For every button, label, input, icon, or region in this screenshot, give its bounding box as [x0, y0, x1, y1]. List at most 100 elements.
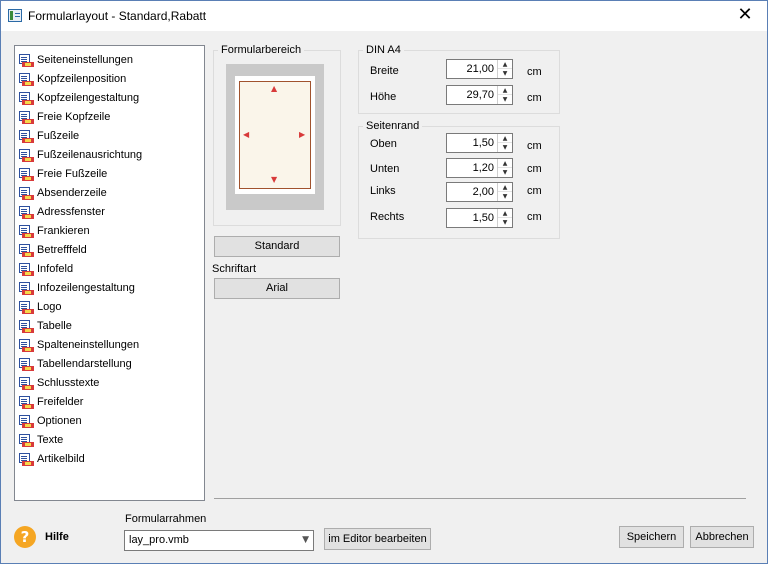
rechts-value[interactable]: 1,50	[447, 209, 497, 227]
nav-item-label: Frankieren	[37, 225, 90, 237]
nav-item-frankieren[interactable]: Frankieren	[19, 222, 90, 240]
unten-stepper[interactable]: 1,20 ▲ ▼	[446, 158, 513, 178]
hoehe-stepper-buttons: ▲ ▼	[497, 86, 512, 104]
nav-item-freie-kopfzeile[interactable]: Freie Kopfzeile	[19, 108, 110, 126]
nav-item-spalteneinstellungen[interactable]: Spalteneinstellungen	[19, 336, 139, 354]
nav-item-kopfzeilenposition[interactable]: Kopfzeilenposition	[19, 70, 126, 88]
rechts-unit: cm	[527, 211, 542, 223]
layout-item-icon	[19, 300, 34, 314]
spin-down-icon[interactable]: ▼	[498, 143, 512, 152]
layout-item-icon	[19, 129, 34, 143]
layout-item-icon	[19, 376, 34, 390]
cancel-button[interactable]: Abbrechen	[690, 526, 754, 548]
nav-item-artikelbild[interactable]: Artikelbild	[19, 450, 85, 468]
title-bar: Formularlayout - Standard,Rabatt ✕	[1, 1, 767, 31]
font-button[interactable]: Arial	[214, 278, 340, 299]
rechts-stepper[interactable]: 1,50 ▲ ▼	[446, 208, 513, 228]
nav-item-texte[interactable]: Texte	[19, 431, 63, 449]
spin-up-icon[interactable]: ▲	[498, 159, 512, 168]
nav-item-label: Tabelle	[37, 320, 72, 332]
layout-item-icon	[19, 186, 34, 200]
spin-down-icon[interactable]: ▼	[498, 95, 512, 104]
nav-item-label: Freifelder	[37, 396, 84, 408]
spin-up-icon[interactable]: ▲	[498, 134, 512, 143]
nav-item-adressfenster[interactable]: Adressfenster	[19, 203, 105, 221]
nav-item-infofeld[interactable]: Infofeld	[19, 260, 73, 278]
nav-item-seiteneinstellungen[interactable]: Seiteneinstellungen	[19, 51, 133, 69]
settings-nav-list[interactable]: Seiteneinstellungen Kopfzeilenposition K…	[14, 45, 205, 501]
chevron-down-icon[interactable]: ▼	[302, 535, 309, 545]
close-button[interactable]: ✕	[727, 1, 763, 30]
layout-item-icon	[19, 262, 34, 276]
layout-item-icon	[19, 205, 34, 219]
nav-item-label: Spalteneinstellungen	[37, 339, 140, 351]
window-title: Formularlayout - Standard,Rabatt	[28, 9, 207, 23]
nav-item-label: Kopfzeilenposition	[37, 73, 127, 85]
spin-down-icon[interactable]: ▼	[498, 69, 512, 78]
spin-down-icon[interactable]: ▼	[498, 168, 512, 177]
save-button[interactable]: Speichern	[619, 526, 684, 548]
nav-item-label: Freie Fußzeile	[37, 168, 108, 180]
page-preview-margin-area: ▲ ▼ ◀ ▶	[239, 81, 311, 189]
help-icon[interactable]: ?	[14, 526, 36, 548]
nav-item-logo[interactable]: Logo	[19, 298, 61, 316]
unten-stepper-buttons: ▲ ▼	[497, 159, 512, 177]
spin-up-icon[interactable]: ▲	[498, 60, 512, 69]
hoehe-stepper[interactable]: 29,70 ▲ ▼	[446, 85, 513, 105]
links-label: Links	[370, 185, 396, 197]
arrow-up-icon: ▲	[271, 84, 278, 93]
nav-item-kopfzeilengestaltung[interactable]: Kopfzeilengestaltung	[19, 89, 139, 107]
layout-item-icon	[19, 91, 34, 105]
formularrahmen-label: Formularrahmen	[125, 513, 207, 525]
arrow-right-icon: ▶	[299, 130, 306, 139]
nav-item-label: Tabellendarstellung	[37, 358, 132, 370]
nav-item-label: Freie Kopfzeile	[37, 111, 111, 123]
nav-item-infozeilengestaltung[interactable]: Infozeilengestaltung	[19, 279, 135, 297]
breite-label: Breite	[370, 65, 399, 77]
layout-item-icon	[19, 357, 34, 371]
layout-item-icon	[19, 319, 34, 333]
spin-up-icon[interactable]: ▲	[498, 86, 512, 95]
nav-item-fusszeilenausrichtung[interactable]: Fußzeilenausrichtung	[19, 146, 142, 164]
spin-down-icon[interactable]: ▼	[498, 218, 512, 227]
layout-item-icon	[19, 433, 34, 447]
formularrahmen-select[interactable]: lay_pro.vmb ▼	[124, 530, 314, 551]
nav-item-freifelder[interactable]: Freifelder	[19, 393, 83, 411]
hoehe-value[interactable]: 29,70	[447, 86, 497, 104]
unten-value[interactable]: 1,20	[447, 159, 497, 177]
nav-item-freie-fusszeile[interactable]: Freie Fußzeile	[19, 165, 107, 183]
layout-item-icon	[19, 224, 34, 238]
nav-item-optionen[interactable]: Optionen	[19, 412, 82, 430]
nav-item-fusszeile[interactable]: Fußzeile	[19, 127, 79, 145]
layout-item-icon	[19, 338, 34, 352]
spin-up-icon[interactable]: ▲	[498, 183, 512, 192]
nav-item-tabellendarstellung[interactable]: Tabellendarstellung	[19, 355, 132, 373]
breite-stepper[interactable]: 21,00 ▲ ▼	[446, 59, 513, 79]
spin-up-icon[interactable]: ▲	[498, 209, 512, 218]
links-stepper[interactable]: 2,00 ▲ ▼	[446, 182, 513, 202]
breite-value[interactable]: 21,00	[447, 60, 497, 78]
layout-item-icon	[19, 395, 34, 409]
spin-down-icon[interactable]: ▼	[498, 192, 512, 201]
links-unit: cm	[527, 185, 542, 197]
font-label: Schriftart	[212, 263, 257, 275]
hoehe-unit: cm	[527, 92, 542, 104]
standard-button[interactable]: Standard	[214, 236, 340, 257]
oben-stepper[interactable]: 1,50 ▲ ▼	[446, 133, 513, 153]
seitenrand-legend: Seitenrand	[363, 120, 423, 132]
nav-item-schlusstexte[interactable]: Schlusstexte	[19, 374, 99, 392]
breite-unit: cm	[527, 66, 542, 78]
nav-item-betrefffeld[interactable]: Betrefffeld	[19, 241, 87, 259]
layout-item-icon	[19, 148, 34, 162]
links-value[interactable]: 2,00	[447, 183, 497, 201]
help-label[interactable]: Hilfe	[45, 531, 69, 543]
nav-item-absenderzeile[interactable]: Absenderzeile	[19, 184, 107, 202]
nav-item-tabelle[interactable]: Tabelle	[19, 317, 72, 335]
arrow-down-icon: ▼	[271, 175, 278, 184]
oben-label: Oben	[370, 138, 397, 150]
oben-value[interactable]: 1,50	[447, 134, 497, 152]
edit-in-editor-button[interactable]: im Editor bearbeiten	[324, 528, 431, 550]
nav-item-label: Betrefffeld	[37, 244, 87, 256]
page-preview-sheet: ▲ ▼ ◀ ▶	[235, 76, 315, 194]
nav-item-label: Texte	[37, 434, 64, 446]
